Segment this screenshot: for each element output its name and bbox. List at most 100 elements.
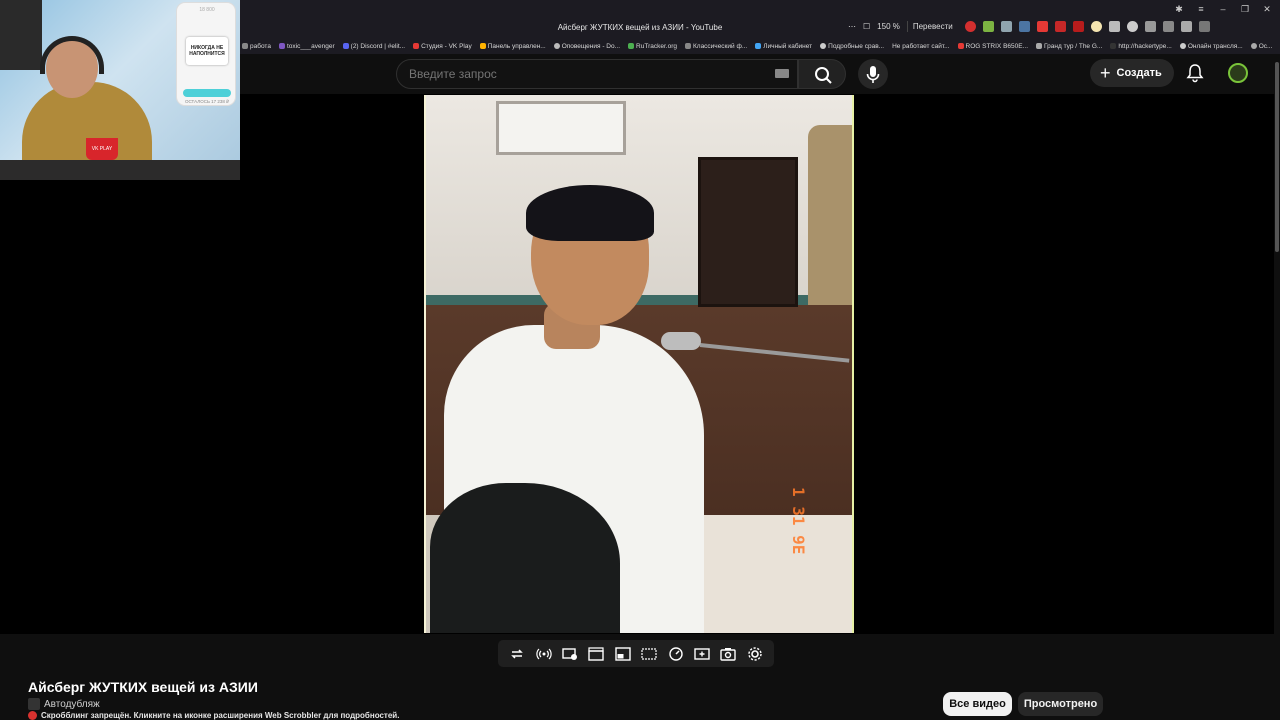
- page-menu-icon[interactable]: ⋯: [848, 22, 856, 31]
- minimize-icon[interactable]: –: [1218, 4, 1228, 14]
- add-video-button[interactable]: [692, 644, 712, 664]
- browser-menu-icon[interactable]: [1198, 21, 1210, 32]
- extension-red-icon[interactable]: [1036, 21, 1048, 32]
- chip-all-videos[interactable]: Все видео: [943, 692, 1012, 716]
- screenshot-button[interactable]: [718, 644, 738, 664]
- bookmark-item[interactable]: Подробные срав...: [820, 43, 884, 50]
- extension-circle-icon[interactable]: [1126, 21, 1138, 32]
- speed-icon: [668, 646, 683, 661]
- subtitles-icon: [641, 647, 657, 660]
- restore-icon[interactable]: ❐: [1240, 4, 1250, 14]
- settings-button[interactable]: [745, 644, 765, 664]
- bookmark-icon: [820, 43, 827, 49]
- bookmark-icon: [242, 43, 248, 49]
- browser-toolbar-tools: ⋯ ☐ 150 % Перевести: [848, 21, 1210, 32]
- close-icon[interactable]: ✕: [1262, 4, 1272, 14]
- bookmark-icon: [1036, 43, 1043, 49]
- create-button-label: Создать: [1116, 67, 1162, 79]
- bookmark-item[interactable]: Оповещения - Do...: [553, 43, 620, 50]
- notifications-button[interactable]: [1184, 62, 1206, 84]
- search-button[interactable]: [798, 59, 846, 89]
- speed-button[interactable]: [666, 644, 686, 664]
- extensions-puzzle-icon[interactable]: [1162, 21, 1174, 32]
- extension-scissors-icon[interactable]: [1054, 21, 1066, 32]
- bookmark-item[interactable]: Не работает сайт...: [892, 43, 949, 50]
- bookmark-item[interactable]: Студия - VK Play: [413, 43, 472, 50]
- bookmark-item[interactable]: Классический ф...: [684, 43, 747, 50]
- video-title: Айсберг ЖУТКИХ вещей из АЗИИ: [28, 679, 258, 695]
- bookmarks-bar: работа toxic___avenger (2) Discord | #el…: [240, 38, 1280, 54]
- menu-icon[interactable]: ≡: [1196, 4, 1206, 14]
- bookmark-item[interactable]: Панель управлен...: [479, 43, 546, 50]
- settings-icon: [748, 646, 762, 661]
- clapper-button[interactable]: [586, 644, 606, 664]
- playlist-video-button[interactable]: [560, 644, 580, 664]
- rutracker-icon: [628, 43, 635, 49]
- search-icon: [815, 67, 832, 84]
- video-scene-judge-chair: [698, 157, 798, 307]
- bookmark-icon: [1110, 43, 1117, 49]
- bookmark-item[interactable]: RuTracker.org: [628, 43, 677, 50]
- extension-block-icon[interactable]: [1072, 21, 1084, 32]
- bookmark-icon: [553, 43, 560, 49]
- avatar[interactable]: [1228, 63, 1248, 83]
- bookmark-item[interactable]: http://hackertype...: [1110, 43, 1172, 50]
- extension-cookie-icon[interactable]: [1090, 21, 1102, 32]
- bookmark-icon: [755, 43, 762, 49]
- zoom-indicator[interactable]: 150 %: [877, 22, 900, 31]
- video-scene-microphone: [661, 332, 701, 350]
- webcam-overlay: VK PLAY 18 800 НИКОГДА НЕ НАПОЛНИТСЯ ОСТ…: [0, 0, 240, 180]
- pin-icon[interactable]: ✱: [1174, 4, 1184, 14]
- scrobbler-notice: Скробблинг запрещён. Кликните на иконке …: [28, 711, 399, 720]
- downloads-icon[interactable]: [1180, 21, 1192, 32]
- webcam-desk: [0, 160, 240, 180]
- loop-button[interactable]: [507, 644, 527, 664]
- phone-card-text: НИКОГДА НЕ НАПОЛНИТСЯ: [186, 37, 228, 65]
- phone-bottom-text: ОСТАЛОСЬ 17 238 ₽: [184, 99, 230, 104]
- extension-adblock-icon[interactable]: [964, 21, 976, 32]
- extension-download-icon[interactable]: [982, 21, 994, 32]
- bell-icon: [1186, 64, 1204, 83]
- bookmark-item[interactable]: работа: [242, 43, 271, 50]
- video-scene-hair: [526, 185, 654, 241]
- bookmark-item[interactable]: Онлайн трансля...: [1179, 43, 1243, 50]
- extension-grid-icon[interactable]: [1144, 21, 1156, 32]
- video-frame[interactable]: 1 31 9E: [424, 95, 854, 633]
- auto-dubbing-label[interactable]: Автодубляж: [44, 699, 100, 710]
- translate-button[interactable]: Перевести: [906, 21, 958, 32]
- channel-row: Автодубляж: [28, 698, 100, 710]
- bookmark-item[interactable]: Ос...: [1250, 43, 1272, 50]
- video-scene-window: [496, 101, 626, 155]
- create-button[interactable]: + Создать: [1090, 59, 1174, 87]
- bookmark-item[interactable]: Личный кабинет: [755, 43, 812, 50]
- donation-phone-widget: 18 800 НИКОГДА НЕ НАПОЛНИТСЯ ОСТАЛОСЬ 17…: [176, 2, 236, 106]
- extension-image-icon[interactable]: [1000, 21, 1012, 32]
- voice-search-button[interactable]: [858, 59, 888, 89]
- scrollbar-thumb[interactable]: [1275, 62, 1279, 252]
- keyboard-icon[interactable]: [775, 69, 789, 78]
- bookmark-item[interactable]: Гранд тур / The G...: [1036, 43, 1102, 50]
- picture-in-picture-button[interactable]: [613, 644, 633, 664]
- chip-watched[interactable]: Просмотрено: [1018, 692, 1103, 716]
- rog-icon: [957, 43, 964, 49]
- search-input[interactable]: [409, 67, 759, 81]
- bookmark-item[interactable]: ROG STRIX B650E...: [957, 43, 1028, 50]
- plus-icon: +: [1100, 63, 1111, 83]
- clapper-icon: [588, 646, 605, 661]
- bookmark-icon: [684, 43, 691, 49]
- bookmark-item[interactable]: toxic___avenger: [278, 43, 335, 50]
- broadcast-icon: [535, 648, 552, 659]
- broadcast-button[interactable]: [534, 644, 554, 664]
- phone-top-text: 18 800: [199, 7, 215, 13]
- cup-label: VK PLAY: [86, 138, 118, 160]
- extension-shield-icon[interactable]: [1108, 21, 1120, 32]
- scrobbler-notice-text: Скробблинг запрещён. Кликните на иконке …: [41, 711, 400, 720]
- bookmark-icon: [479, 43, 486, 49]
- page-scrollbar[interactable]: [1274, 54, 1280, 720]
- bookmark-icon: [1250, 43, 1257, 49]
- extension-vk-icon[interactable]: [1018, 21, 1030, 32]
- microphone-icon: [866, 66, 880, 83]
- bookmark-star-icon[interactable]: ☐: [863, 22, 870, 31]
- bookmark-item[interactable]: (2) Discord | #elit...: [342, 43, 405, 50]
- subtitles-button[interactable]: [639, 644, 659, 664]
